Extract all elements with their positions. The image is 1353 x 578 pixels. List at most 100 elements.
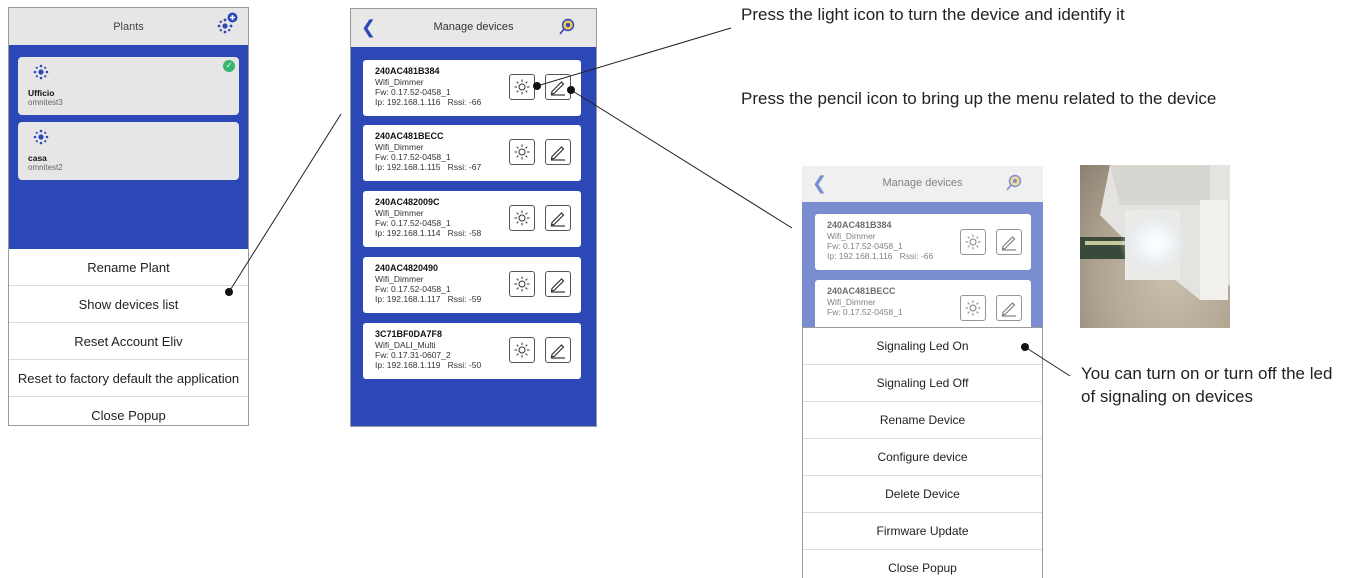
pencil-icon-note: Press the pencil icon to bring up the me…: [741, 89, 1217, 108]
device-card: 240AC481B384 Wifi_Dimmer Fw: 0.17.52-045…: [363, 60, 581, 116]
plant-user: omnitest3: [28, 98, 63, 107]
device-id: 3C71BF0DA7F8: [375, 329, 443, 339]
device-ip: Ip: 192.168.1.116 Rssi: -66: [375, 97, 482, 107]
plant-user: omnitest2: [28, 163, 63, 172]
device-type: Wifi_Dimmer: [827, 231, 876, 241]
pencil-button[interactable]: [545, 139, 571, 165]
device-card: 240AC481BECC Wifi_Dimmer Fw: 0.17.52-045…: [815, 280, 1031, 327]
device-type: Wifi_Dimmer: [375, 142, 424, 152]
locate-icon[interactable]: [558, 18, 576, 36]
device-card: 240AC482009C Wifi_Dimmer Fw: 0.17.52-045…: [363, 191, 581, 247]
device-firmware: Fw: 0.17.52-0458_1: [827, 307, 903, 317]
device-firmware: Fw: 0.17.52-0458_1: [375, 87, 451, 97]
device-type: Wifi_DALI_Multi: [375, 340, 436, 350]
pencil-button[interactable]: [545, 271, 571, 297]
pencil-icon: [550, 212, 565, 227]
plants-header: Plants: [9, 8, 248, 45]
device-firmware: Fw: 0.17.52-0458_1: [827, 241, 903, 251]
device-id: 240AC481B384: [827, 220, 892, 230]
device-id: 240AC4820490: [375, 263, 439, 273]
device-id: 240AC481BECC: [375, 131, 444, 141]
light-icon: [965, 234, 981, 250]
plant-name: Ufficio: [28, 88, 55, 98]
network-icon: [33, 64, 49, 80]
device-type: Wifi_Dimmer: [375, 274, 424, 284]
pencil-icon: [550, 81, 565, 96]
check-icon: ✓: [223, 60, 235, 72]
light-icon: [965, 300, 981, 316]
pencil-button[interactable]: [996, 295, 1022, 321]
plants-list: Ufficio omnitest3 ✓ casa omnitest2: [9, 45, 248, 249]
device-firmware: Fw: 0.17.31-0607_2: [375, 350, 451, 360]
device-popup-menu: Signaling Led On Signaling Led Off Renam…: [802, 327, 1043, 578]
light-button[interactable]: [509, 205, 535, 231]
pencil-button[interactable]: [545, 74, 571, 100]
manage-devices-header: ❮ Manage devices: [351, 9, 596, 47]
signaling-led-off-item[interactable]: Signaling Led Off: [803, 365, 1042, 402]
led-photo-illustration: [1080, 165, 1230, 300]
pencil-button[interactable]: [545, 205, 571, 231]
device-ip: Ip: 192.168.1.116 Rssi: -66: [827, 251, 934, 261]
device-firmware: Fw: 0.17.52-0458_1: [375, 284, 451, 294]
light-button[interactable]: [960, 229, 986, 255]
pencil-icon: [550, 146, 565, 161]
light-icon: [514, 79, 530, 95]
pencil-icon: [550, 278, 565, 293]
light-icon: [514, 342, 530, 358]
light-button[interactable]: [509, 74, 535, 100]
device-id: 240AC482009C: [375, 197, 440, 207]
light-button[interactable]: [509, 139, 535, 165]
light-button[interactable]: [509, 271, 535, 297]
configure-device-item[interactable]: Configure device: [803, 439, 1042, 476]
light-icon: [514, 144, 530, 160]
light-button[interactable]: [960, 295, 986, 321]
device-firmware: Fw: 0.17.52-0458_1: [375, 218, 451, 228]
pencil-button[interactable]: [545, 337, 571, 363]
light-icon-note: Press the light icon to turn the device …: [741, 5, 1125, 24]
device-ip: Ip: 192.168.1.119 Rssi: -50: [375, 360, 482, 370]
device-led-photo: [1080, 165, 1230, 328]
pencil-button[interactable]: [996, 229, 1022, 255]
add-plant-icon[interactable]: [214, 12, 238, 36]
network-icon: [33, 129, 49, 145]
plants-screen: Plants Ufficio omnitest3 ✓ casa omnitest…: [8, 7, 249, 426]
device-firmware: Fw: 0.17.52-0458_1: [375, 152, 451, 162]
signaling-led-on-item[interactable]: Signaling Led On: [803, 328, 1042, 365]
delete-device-item[interactable]: Delete Device: [803, 476, 1042, 513]
device-menu-header: ❮ Manage devices: [802, 166, 1043, 202]
plant-popup-menu: Rename Plant Show devices list Reset Acc…: [9, 249, 248, 425]
rename-device-item[interactable]: Rename Device: [803, 402, 1042, 439]
reset-account-item[interactable]: Reset Account Eliv: [9, 323, 248, 360]
plants-title: Plants: [113, 20, 144, 33]
light-icon: [514, 210, 530, 226]
device-card: 240AC481BECC Wifi_Dimmer Fw: 0.17.52-045…: [363, 125, 581, 181]
device-ip: Ip: 192.168.1.114 Rssi: -58: [375, 228, 482, 238]
plant-card-casa[interactable]: casa omnitest2: [18, 122, 239, 180]
light-icon: [514, 276, 530, 292]
firmware-update-item[interactable]: Firmware Update: [803, 513, 1042, 550]
rename-plant-item[interactable]: Rename Plant: [9, 249, 248, 286]
pencil-icon: [1001, 302, 1016, 317]
reset-factory-default-item[interactable]: Reset to factory default the application: [9, 360, 248, 397]
plant-name: casa: [28, 153, 47, 163]
device-menu-background: ❮ Manage devices 240AC481B384 Wifi_Dimme…: [802, 166, 1043, 327]
device-type: Wifi_Dimmer: [375, 208, 424, 218]
locate-icon[interactable]: [1005, 174, 1023, 192]
pencil-icon: [550, 344, 565, 359]
device-ip: Ip: 192.168.1.117 Rssi: -59: [375, 294, 482, 304]
light-button[interactable]: [509, 337, 535, 363]
plant-card-ufficio[interactable]: Ufficio omnitest3 ✓: [18, 57, 239, 115]
show-devices-list-item[interactable]: Show devices list: [9, 286, 248, 323]
device-card: 3C71BF0DA7F8 Wifi_DALI_Multi Fw: 0.17.31…: [363, 323, 581, 379]
device-card: 240AC4820490 Wifi_Dimmer Fw: 0.17.52-045…: [363, 257, 581, 313]
manage-devices-screen: ❮ Manage devices 240AC481B384 Wifi_Dimme…: [350, 8, 597, 427]
close-popup-item[interactable]: Close Popup: [9, 397, 248, 425]
close-popup-item[interactable]: Close Popup: [803, 550, 1042, 578]
device-id: 240AC481B384: [375, 66, 440, 76]
device-type: Wifi_Dimmer: [375, 77, 424, 87]
pencil-icon: [1001, 236, 1016, 251]
device-ip: Ip: 192.168.1.115 Rssi: -67: [375, 162, 482, 172]
device-type: Wifi_Dimmer: [827, 297, 876, 307]
device-card: 240AC481B384 Wifi_Dimmer Fw: 0.17.52-045…: [815, 214, 1031, 270]
device-id: 240AC481BECC: [827, 286, 896, 296]
